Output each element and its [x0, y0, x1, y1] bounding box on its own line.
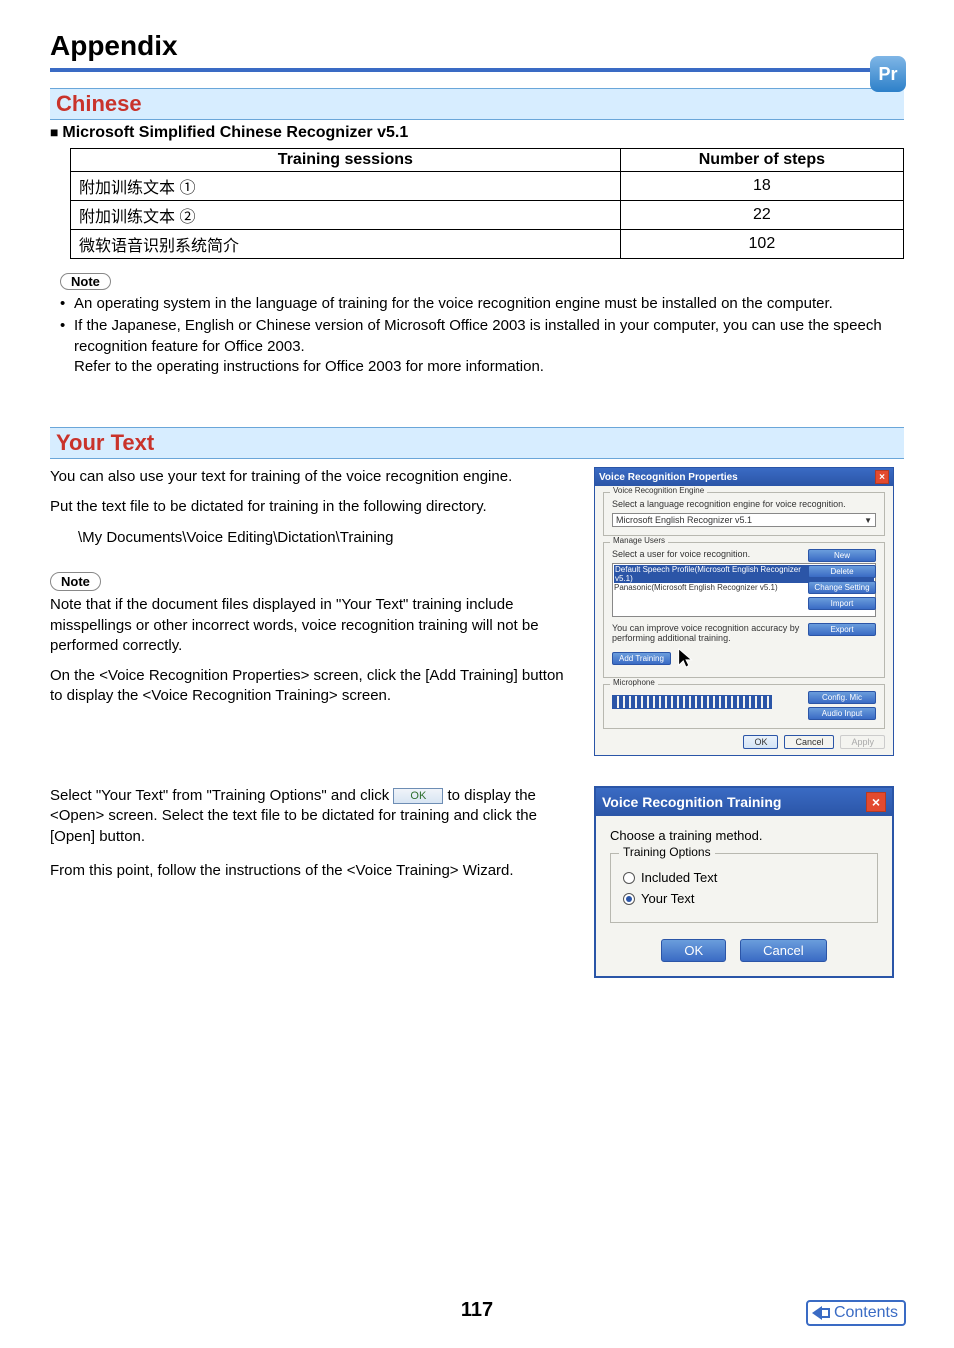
close-icon[interactable]: ×: [875, 470, 889, 484]
export-button[interactable]: Export: [808, 623, 876, 636]
contents-button[interactable]: Contents: [806, 1300, 906, 1326]
dialog-title: Voice Recognition Training: [602, 794, 781, 810]
section-heading-your-text: Your Text: [50, 427, 904, 459]
audio-input-button[interactable]: Audio Input: [808, 707, 876, 720]
your-text-p2: Put the text file to be dictated for tra…: [50, 497, 564, 517]
cancel-button[interactable]: Cancel: [740, 939, 826, 962]
engine-desc: Select a language recognition engine for…: [612, 499, 876, 509]
note-label: Note: [50, 572, 101, 592]
training-path: \My Documents\Voice Editing\Dictation\Tr…: [50, 528, 564, 548]
your-text-note: Note that if the document files displaye…: [50, 595, 564, 656]
note-text: If the Japanese, English or Chinese vers…: [74, 317, 882, 354]
new-button[interactable]: New: [808, 549, 876, 562]
note-item: If the Japanese, English or Chinese vers…: [60, 316, 904, 377]
mic-legend: Microphone: [610, 678, 658, 687]
voice-recognition-properties-dialog: Voice Recognition Properties × Voice Rec…: [594, 467, 894, 756]
steps-cell: 102: [620, 230, 903, 259]
ok-button[interactable]: OK: [743, 735, 778, 749]
cursor-icon: [675, 647, 697, 669]
steps-cell: 18: [620, 172, 903, 201]
mic-level-indicator: [612, 695, 772, 709]
note-text: Refer to the operating instructions for …: [60, 357, 544, 377]
chinese-subheading-text: Microsoft Simplified Chinese Recognizer …: [62, 124, 408, 141]
table-row: 附加训练文本 ① 18: [71, 172, 904, 201]
engine-combo[interactable]: Microsoft English Recognizer v5.1 ▼: [612, 513, 876, 527]
note-item: An operating system in the language of t…: [60, 294, 904, 314]
chinese-notes-list: An operating system in the language of t…: [50, 294, 904, 377]
voice-recognition-training-dialog: Voice Recognition Training × Choose a tr…: [594, 786, 894, 978]
radio-label: Your Text: [641, 891, 695, 906]
training-sessions-table: Training sessions Number of steps 附加训练文本…: [70, 148, 904, 259]
ok-button[interactable]: OK: [661, 939, 726, 962]
cancel-button[interactable]: Cancel: [784, 735, 834, 749]
session-cell: 微软语音识别系统简介: [71, 230, 621, 259]
col-header-training: Training sessions: [71, 149, 621, 172]
session-cell: 附加训练文本 ①: [71, 172, 621, 201]
radio-your-text[interactable]: Your Text: [623, 891, 865, 906]
ok-inline-icon: OK: [393, 788, 443, 804]
radio-label: Included Text: [641, 870, 717, 885]
chinese-subheading: ■ Microsoft Simplified Chinese Recognize…: [50, 120, 904, 148]
table-row: 微软语音识别系统简介 102: [71, 230, 904, 259]
radio-icon: [623, 872, 635, 884]
your-text-p5: From this point, follow the instructions…: [50, 861, 564, 881]
add-training-button[interactable]: Add Training: [612, 652, 671, 665]
change-setting-button[interactable]: Change Setting: [808, 581, 876, 594]
p4a: Select "Your Text" from "Training Option…: [50, 787, 393, 804]
config-mic-button[interactable]: Config. Mic: [808, 691, 876, 704]
col-header-steps: Number of steps: [620, 149, 903, 172]
your-text-p1: You can also use your text for training …: [50, 467, 564, 487]
engine-legend: Voice Recognition Engine: [610, 486, 707, 495]
your-text-p4: Select "Your Text" from "Training Option…: [50, 786, 564, 847]
your-text-p3: On the <Voice Recognition Properties> sc…: [50, 666, 564, 707]
engine-value: Microsoft English Recognizer v5.1: [616, 515, 752, 525]
training-options-legend: Training Options: [619, 845, 715, 859]
radio-icon: [623, 893, 635, 905]
apply-button: Apply: [840, 735, 885, 749]
dialog-title: Voice Recognition Properties: [599, 472, 738, 483]
page-title: Appendix: [50, 30, 904, 72]
section-heading-chinese: Chinese: [50, 88, 904, 120]
contents-label: Contents: [834, 1304, 898, 1322]
delete-button[interactable]: Delete: [808, 565, 876, 578]
choose-method-label: Choose a training method.: [610, 828, 878, 843]
radio-included-text[interactable]: Included Text: [623, 870, 865, 885]
square-icon: [820, 1308, 830, 1318]
app-mode-icon: Pr: [870, 56, 906, 92]
table-row: 附加训练文本 ② 22: [71, 201, 904, 230]
session-cell: 附加训练文本 ②: [71, 201, 621, 230]
chevron-down-icon: ▼: [864, 516, 872, 525]
note-label: Note: [60, 273, 111, 290]
close-icon[interactable]: ×: [866, 792, 886, 812]
steps-cell: 22: [620, 201, 903, 230]
import-button[interactable]: Import: [808, 597, 876, 610]
users-legend: Manage Users: [610, 536, 668, 545]
